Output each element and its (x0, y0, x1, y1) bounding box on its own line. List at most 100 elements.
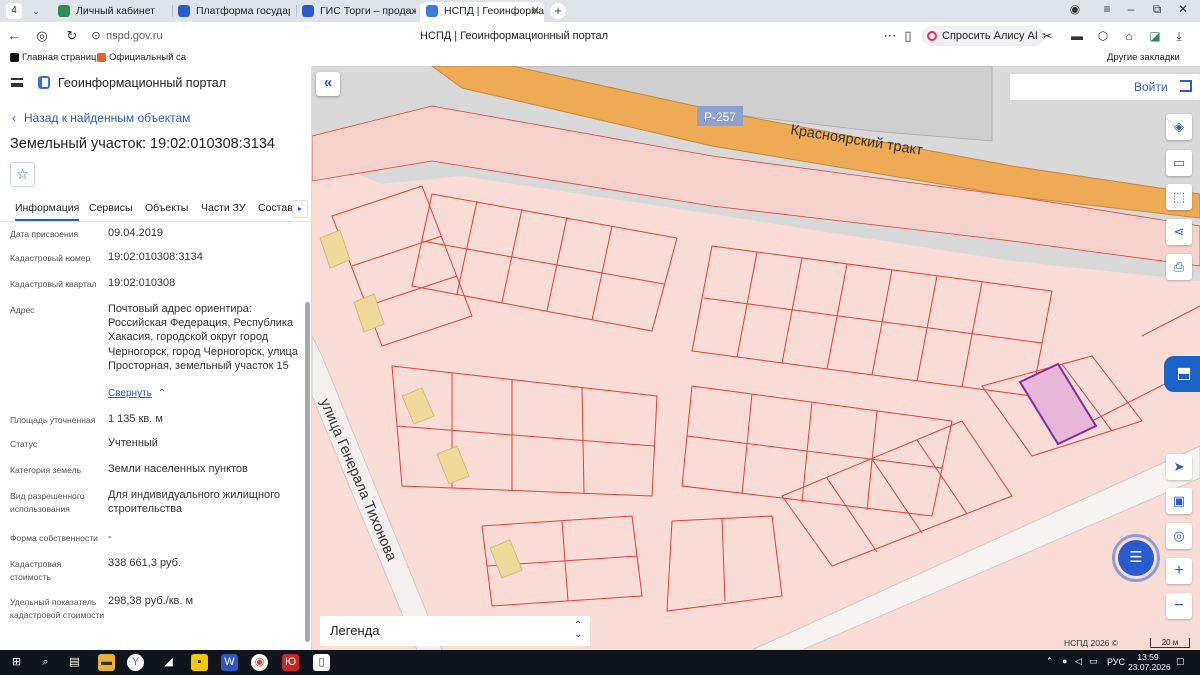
microphone-icon[interactable]: ● (1062, 656, 1067, 666)
road-number-label: Р-257 (704, 110, 736, 124)
bookmark-icon[interactable]: ▯ (900, 28, 916, 44)
profile-icon[interactable]: ◉ (1064, 2, 1086, 16)
print-icon[interactable]: ⎙ (1166, 254, 1192, 280)
chat-icon[interactable]: ☰ (1118, 540, 1154, 576)
browser-tab[interactable]: ГИС Торги – продажи гос (296, 2, 416, 22)
locate-arrow-icon[interactable]: ➤ (1166, 454, 1192, 480)
tabs-next-arrow-icon[interactable]: ▸ (292, 200, 308, 218)
tab-composition[interactable]: Состав (258, 202, 293, 214)
site-shield-icon[interactable]: ◎ (34, 28, 50, 44)
input-language[interactable]: РУС (1107, 657, 1125, 667)
back-to-results-link[interactable]: ‹ Назад к найденным объектам (12, 111, 190, 125)
field-value: - (108, 531, 112, 543)
field-value: 19:02:010308:3134 (108, 251, 203, 263)
bookmark-icon (10, 53, 19, 62)
legend-dropdown[interactable]: Легенда ⌃ ⌄ (320, 616, 590, 646)
task-view-icon[interactable]: ▤ (66, 654, 83, 671)
extension-icon[interactable]: ◪ (1146, 27, 1164, 45)
object-info-panel: Геоинформационный портал ‹ Назад к найден… (0, 66, 312, 650)
tab-parts[interactable]: Части ЗУ (201, 202, 246, 214)
field-label: Кадастровый номер (10, 253, 91, 263)
map-attribution: НСПД 2026 © (1064, 638, 1119, 648)
clock[interactable]: 13:59 23.07.2026 (1128, 652, 1171, 672)
windows-start-icon[interactable]: ⊞ (8, 654, 25, 671)
hamburger-menu-icon[interactable] (11, 78, 23, 87)
chrome-icon[interactable]: ◉ (251, 654, 268, 671)
cadastral-map: Р-257 Красноярский тракт улица Генерала … (312, 66, 1200, 650)
object-title: Земельный участок: 19:02:010308:3134 (10, 136, 275, 152)
back-arrow-icon[interactable]: ← (6, 28, 22, 44)
yandex-browser-icon[interactable]: Y (127, 654, 144, 671)
collapse-panel-button[interactable]: « (316, 72, 340, 96)
field-label: Площадь уточненная (10, 415, 96, 425)
other-bookmarks[interactable]: Другие закладки (1095, 52, 1180, 63)
volume-icon[interactable]: ◁ (1075, 656, 1082, 667)
url-field[interactable]: nspd.gov.ru (106, 30, 163, 42)
select-area-icon[interactable]: ⬚ (1166, 184, 1192, 210)
portal-logo-icon (38, 76, 50, 89)
tab-objects[interactable]: Объекты (145, 202, 188, 214)
address-bar: ← ◎ ↻ ⊙ nspd.gov.ru НСПД | Геоинформацио… (0, 22, 1200, 50)
collapse-link[interactable]: Свернуть ⌃ (108, 388, 166, 399)
puzzle-icon[interactable]: ⬡ (1094, 27, 1112, 45)
field-label: Категория земель (10, 465, 82, 475)
menu-icon[interactable]: ≡ (1096, 2, 1118, 16)
sticky-notes-icon[interactable]: ▪ (191, 654, 208, 671)
downloads-icon[interactable]: ▬ (1068, 27, 1086, 45)
tab-list-chevron-icon[interactable]: ⌄ (28, 3, 44, 19)
more-dots-icon[interactable]: ⋯ (882, 28, 898, 44)
field-label: Дата присвоения (10, 229, 79, 239)
chevron-up-icon: ⌃ (157, 388, 167, 399)
login-button[interactable]: Войти (1010, 74, 1200, 100)
close-window-icon[interactable]: ✕ (1172, 2, 1194, 16)
tray-chevron-icon[interactable]: ⌃ (1046, 656, 1054, 667)
explorer-icon[interactable]: ▬ (98, 654, 115, 671)
geolocation-icon[interactable]: ◎ (1166, 523, 1192, 549)
minimize-icon[interactable]: – (1120, 2, 1142, 16)
field-value: Для индивидуального жилищного строительс… (108, 489, 281, 515)
favorite-star-button[interactable]: ☆ (10, 162, 35, 187)
notifications-icon[interactable]: ▢ (1176, 656, 1185, 667)
zoom-in-button[interactable]: + (1166, 558, 1192, 584)
field-value: 19:02:010308 (108, 277, 176, 289)
browser-tab[interactable]: Платформа государстве (172, 2, 290, 22)
ruler-icon[interactable]: ▭ (1166, 150, 1192, 176)
extension-icon[interactable]: ⌂ (1120, 27, 1138, 45)
maximize-icon[interactable]: ⧉ (1146, 2, 1168, 17)
tab-favicon-icon (426, 5, 438, 17)
app-icon[interactable]: ◢ (160, 654, 177, 671)
tab-counter[interactable]: 4 (6, 3, 22, 19)
extension-icon[interactable]: ✂ (1038, 27, 1056, 45)
basemap-icon[interactable]: ▣ (1166, 488, 1192, 514)
zoom-out-button[interactable]: − (1166, 593, 1192, 619)
bookmark-item[interactable]: Главная страница (10, 52, 102, 63)
bookmark-icon (97, 53, 106, 62)
field-value: 338 661,3 руб. (108, 557, 181, 569)
panel-scrollbar-thumb[interactable] (305, 302, 310, 642)
network-icon[interactable]: ▭ (1089, 656, 1098, 667)
search-icon[interactable]: ⌕ (37, 654, 54, 671)
refresh-icon[interactable]: ↻ (64, 28, 80, 44)
share-icon[interactable]: ⋖ (1166, 219, 1192, 245)
browser-tab[interactable]: Личный кабинет (52, 2, 170, 22)
tab-favicon-icon (302, 5, 314, 17)
word-icon[interactable]: W (221, 654, 238, 671)
tab-close-icon[interactable]: ✕ (531, 2, 540, 20)
field-label: Кадастровый квартал (10, 279, 97, 289)
bookmark-item[interactable]: Официальный са (97, 52, 186, 63)
side-service-badge-icon[interactable]: ⬒ (1164, 356, 1200, 392)
download-arrow-icon[interactable]: ⤓ (1170, 27, 1188, 45)
app-icon[interactable]: Ю (282, 654, 299, 671)
portal-title: Геоинформационный портал (58, 76, 227, 90)
browser-tab-active[interactable]: НСПД | Геоинформаци ✕ (420, 2, 544, 22)
file-icon[interactable]: ▯ (313, 654, 330, 671)
tab-information[interactable]: Информация (15, 202, 80, 221)
layers-icon[interactable]: ◈ (1166, 114, 1192, 140)
alisa-icon (927, 31, 937, 41)
field-value: Учтенный (108, 437, 158, 449)
field-value: 09.04.2019 (108, 227, 164, 239)
ask-alisa-button[interactable]: Спросить Алису AI (922, 26, 1044, 46)
new-tab-button[interactable]: + (550, 3, 566, 19)
map-view[interactable]: Р-257 Красноярский тракт улица Генерала … (312, 66, 1200, 650)
tab-services[interactable]: Сервисы (89, 202, 133, 214)
